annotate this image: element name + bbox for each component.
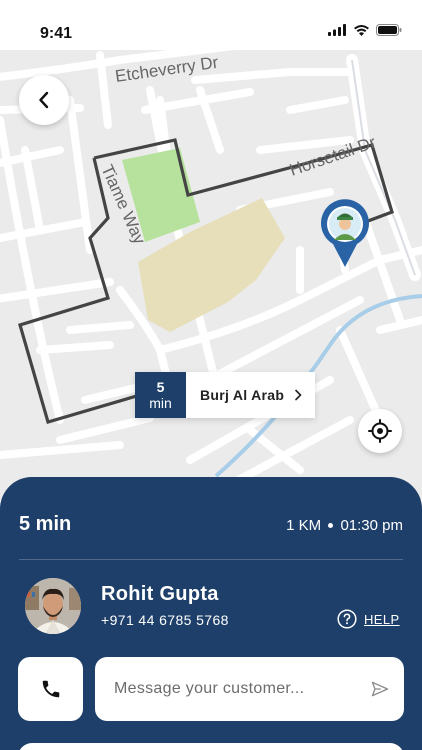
arrival-time: 01:30 pm <box>340 517 403 534</box>
message-field[interactable] <box>95 657 404 721</box>
back-button[interactable] <box>19 75 69 125</box>
destination-label: Burj Al Arab <box>186 372 315 418</box>
help-label: HELP <box>364 611 400 627</box>
trip-distance: 1 KM <box>286 517 322 534</box>
customer-photo <box>25 578 81 634</box>
eta-badge: 5 min <box>135 372 186 418</box>
trip-details-sheet: 5 min 1 KM 01:30 pm Rohit Gupta +971 44 … <box>0 477 422 750</box>
call-button[interactable] <box>18 657 83 721</box>
avatar <box>25 578 81 634</box>
trip-duration: 5 min <box>19 513 72 535</box>
crosshair-icon <box>368 419 392 443</box>
chevron-left-icon <box>39 91 49 109</box>
recenter-location-button[interactable] <box>358 409 402 453</box>
wifi-icon <box>354 25 369 36</box>
signal-icon <box>328 24 346 36</box>
status-icons <box>328 24 402 36</box>
trip-meta: 1 KM 01:30 pm <box>286 517 403 534</box>
eta-number: 5 <box>156 379 165 395</box>
phone-icon <box>42 680 59 698</box>
customer-name: Rohit Gupta <box>101 583 219 605</box>
chevron-right-icon <box>295 389 302 401</box>
battery-icon <box>376 24 402 36</box>
next-card <box>18 743 404 750</box>
destination-name: Burj Al Arab <box>200 387 285 403</box>
driver-location-pin[interactable] <box>320 198 370 273</box>
eta-unit: min <box>149 395 172 411</box>
customer-phone: +971 44 6785 5768 <box>101 612 229 628</box>
divider <box>19 559 403 560</box>
separator-dot <box>328 523 334 529</box>
help-link[interactable]: HELP <box>337 609 400 629</box>
status-bar: 9:41 <box>0 0 422 50</box>
driver-pin-icon <box>321 199 369 267</box>
eta-destination-chip[interactable]: 5 min Burj Al Arab <box>135 372 315 418</box>
order-tracking-screen: 9:41 Etcheverry Dr Horsetail Dr Tiame Wa… <box>0 0 422 750</box>
send-icon[interactable] <box>370 679 390 699</box>
message-input[interactable] <box>114 680 370 698</box>
status-time: 9:41 <box>40 25 73 42</box>
question-circle-icon <box>337 609 357 629</box>
